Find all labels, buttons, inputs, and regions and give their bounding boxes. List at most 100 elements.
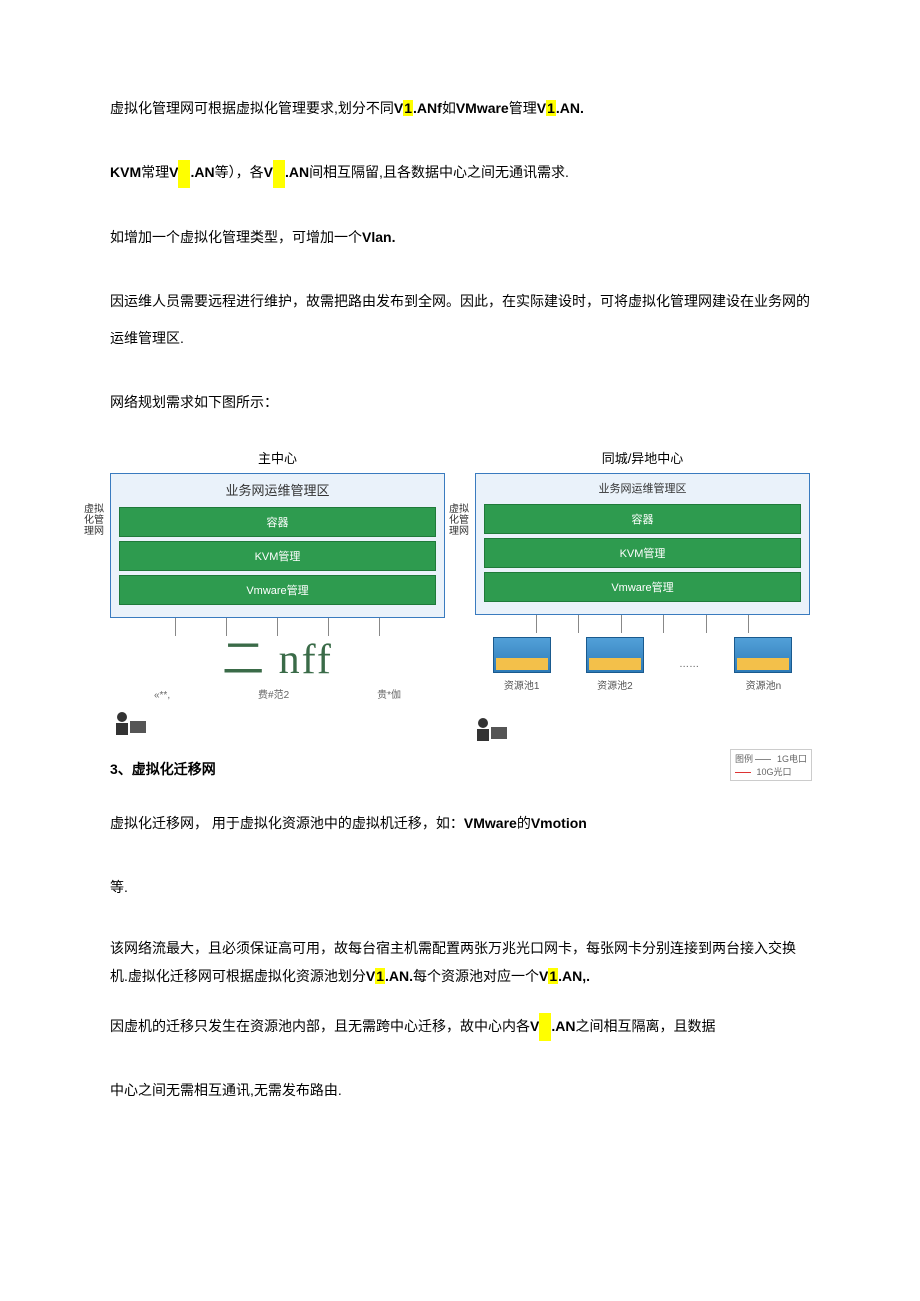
paragraph-2: KVM常理V.AN等），各V.AN间相互隔留,且各数据中心之间无通讯需求.	[110, 154, 810, 190]
panel-header: 业务网运维管理区	[117, 478, 438, 503]
legend-line-red	[735, 772, 751, 773]
connector-line	[621, 615, 622, 633]
pool-2: 资源池2	[586, 637, 644, 692]
connector-line	[379, 618, 380, 636]
text-bold: VMware	[456, 100, 509, 116]
text-bold: .AN,.	[558, 968, 590, 984]
text-bold: .AN.	[556, 100, 584, 116]
connector-line	[277, 618, 278, 636]
text-bold: .AN.	[385, 968, 413, 984]
text: 间相互隔留,且各数据中心之间无通讯需求.	[309, 164, 569, 180]
bar-container: 容器	[119, 507, 436, 537]
paragraph-5: 网络规划需求如下图所示：	[110, 384, 810, 420]
foot-c: 贵*伽	[377, 686, 401, 701]
connector-line	[328, 618, 329, 636]
legend-item-b: 10G光口	[756, 767, 791, 777]
bar-container: 容器	[484, 504, 801, 534]
text-bold: V	[539, 968, 548, 984]
text: 常理	[141, 164, 169, 180]
text: 的	[517, 815, 531, 831]
text-bold: KVM	[110, 164, 141, 180]
connectors	[110, 618, 445, 636]
bar-vmware: Vmware管理	[484, 572, 801, 602]
highlight: 1	[375, 968, 385, 984]
paragraph-3: 如增加一个虚拟化管理类型，可增加一个Vlan.	[110, 219, 810, 255]
highlight-bar	[178, 160, 190, 188]
text-bold: V	[394, 100, 403, 116]
connector-line	[226, 618, 227, 636]
text: 虚拟化管理网可根据虚拟化管理要求,划分不同	[110, 100, 394, 116]
paragraph-4: 因运维人员需要远程进行维护，故需把路由发布到全网。因此，在实际建设时，可将虚拟化…	[110, 283, 810, 356]
paragraph-6: 虚拟化迁移网， 用于虚拟化资源池中的虚拟机迁移，如：VMware的Vmotion	[110, 805, 810, 841]
legend-item-a: 1G电口	[777, 754, 807, 764]
paragraph-10: 中心之间无需相互通讯,无需发布路由.	[110, 1072, 810, 1108]
text-bold: Vmotion	[531, 815, 587, 831]
text-bold: V	[537, 100, 546, 116]
connector-line	[175, 618, 176, 636]
section-3-heading: 3、虚拟化迁移网	[110, 759, 810, 779]
connector-line	[748, 615, 749, 633]
connector-line	[706, 615, 707, 633]
connector-line	[578, 615, 579, 633]
text-bold: V	[530, 1018, 539, 1034]
pool-inner	[737, 658, 789, 670]
pool-ellipsis: ……	[679, 659, 699, 670]
highlight-bar	[539, 1013, 551, 1041]
panel-right: 虚拟化管理网 业务网运维管理区 容器 KVM管理 Vmware管理	[475, 473, 810, 615]
highlight-bar	[273, 160, 285, 188]
text-bold: .AN	[551, 1018, 575, 1034]
text: 等），各	[215, 164, 264, 180]
admin-icon	[471, 713, 511, 745]
bar-vmware: Vmware管理	[119, 575, 436, 605]
paragraph-9: 因虚机的迁移只发生在资源池内部，且无需跨中心迁移，故中心内各V.AN之间相互隔离…	[110, 1008, 810, 1044]
pool-inner	[496, 658, 548, 670]
admin-icon	[110, 707, 150, 739]
text-bold: V	[264, 164, 273, 180]
diagram-row: 主中心 虚拟化管理网 业务网运维管理区 容器 KVM管理 Vmware管理 二 …	[110, 448, 810, 738]
highlight: 1	[548, 968, 558, 984]
diagram-left: 主中心 虚拟化管理网 业务网运维管理区 容器 KVM管理 Vmware管理 二 …	[110, 448, 445, 738]
text: 如增加一个虚拟化管理类型，可增加一个	[110, 229, 362, 245]
pools-row: 资源池1 资源池2 …… 资源池n	[475, 637, 810, 692]
pool-box	[734, 637, 792, 673]
bar-kvm: KVM管理	[484, 538, 801, 568]
diagram-left-title: 主中心	[110, 448, 445, 467]
text-bold: V	[169, 164, 178, 180]
panel-left: 虚拟化管理网 业务网运维管理区 容器 KVM管理 Vmware管理	[110, 473, 445, 618]
pool-n: 资源池n	[734, 637, 792, 692]
highlight: 1	[546, 100, 556, 116]
text: 管理	[509, 100, 537, 116]
pool-box	[493, 637, 551, 673]
text: 如	[442, 100, 456, 116]
diagram-right: 同城/异地中心 虚拟化管理网 业务网运维管理区 容器 KVM管理 Vmware管…	[475, 448, 810, 738]
pool-box	[586, 637, 644, 673]
text-bold: .AN	[190, 164, 214, 180]
paragraph-7: 等.	[110, 869, 810, 905]
pool-label: 资源池n	[746, 681, 782, 692]
text-bold: VMware	[464, 815, 517, 831]
text-bold: Vlan.	[362, 229, 395, 245]
text-bold: .AN	[285, 164, 309, 180]
legend-line-grey	[755, 759, 771, 760]
foot-b: 费#范2	[258, 686, 289, 701]
text: 之间相互隔离，且数据	[575, 1018, 715, 1034]
text: 每个资源池对应一个	[413, 968, 539, 984]
pool-label: 资源池1	[504, 681, 540, 692]
foot-a: «**,	[154, 690, 170, 701]
panel-vlabel: 虚拟化管理网	[81, 504, 107, 537]
panel-vlabel: 虚拟化管理网	[446, 504, 472, 537]
connectors	[475, 615, 810, 633]
legend-box: 图例 1G电口 10G光口	[730, 749, 812, 781]
text: 虚拟化迁移网， 用于虚拟化资源池中的虚拟机迁移，如：	[110, 815, 464, 831]
highlight: 1	[403, 100, 413, 116]
panel-header: 业务网运维管理区	[482, 478, 803, 500]
pool-1: 资源池1	[493, 637, 551, 692]
connector-line	[536, 615, 537, 633]
bar-kvm: KVM管理	[119, 541, 436, 571]
paragraph-8: 该网络流最大，且必须保证高可用，故每台宿主机需配置两张万兆光口网卡，每张网卡分别…	[110, 934, 810, 990]
nff-text: 二 nff	[110, 646, 445, 675]
pool-label: 资源池2	[597, 681, 633, 692]
paragraph-1: 虚拟化管理网可根据虚拟化管理要求,划分不同V1.ANf如VMware管理V1.A…	[110, 90, 810, 126]
connector-line	[663, 615, 664, 633]
text-bold: V	[366, 968, 375, 984]
